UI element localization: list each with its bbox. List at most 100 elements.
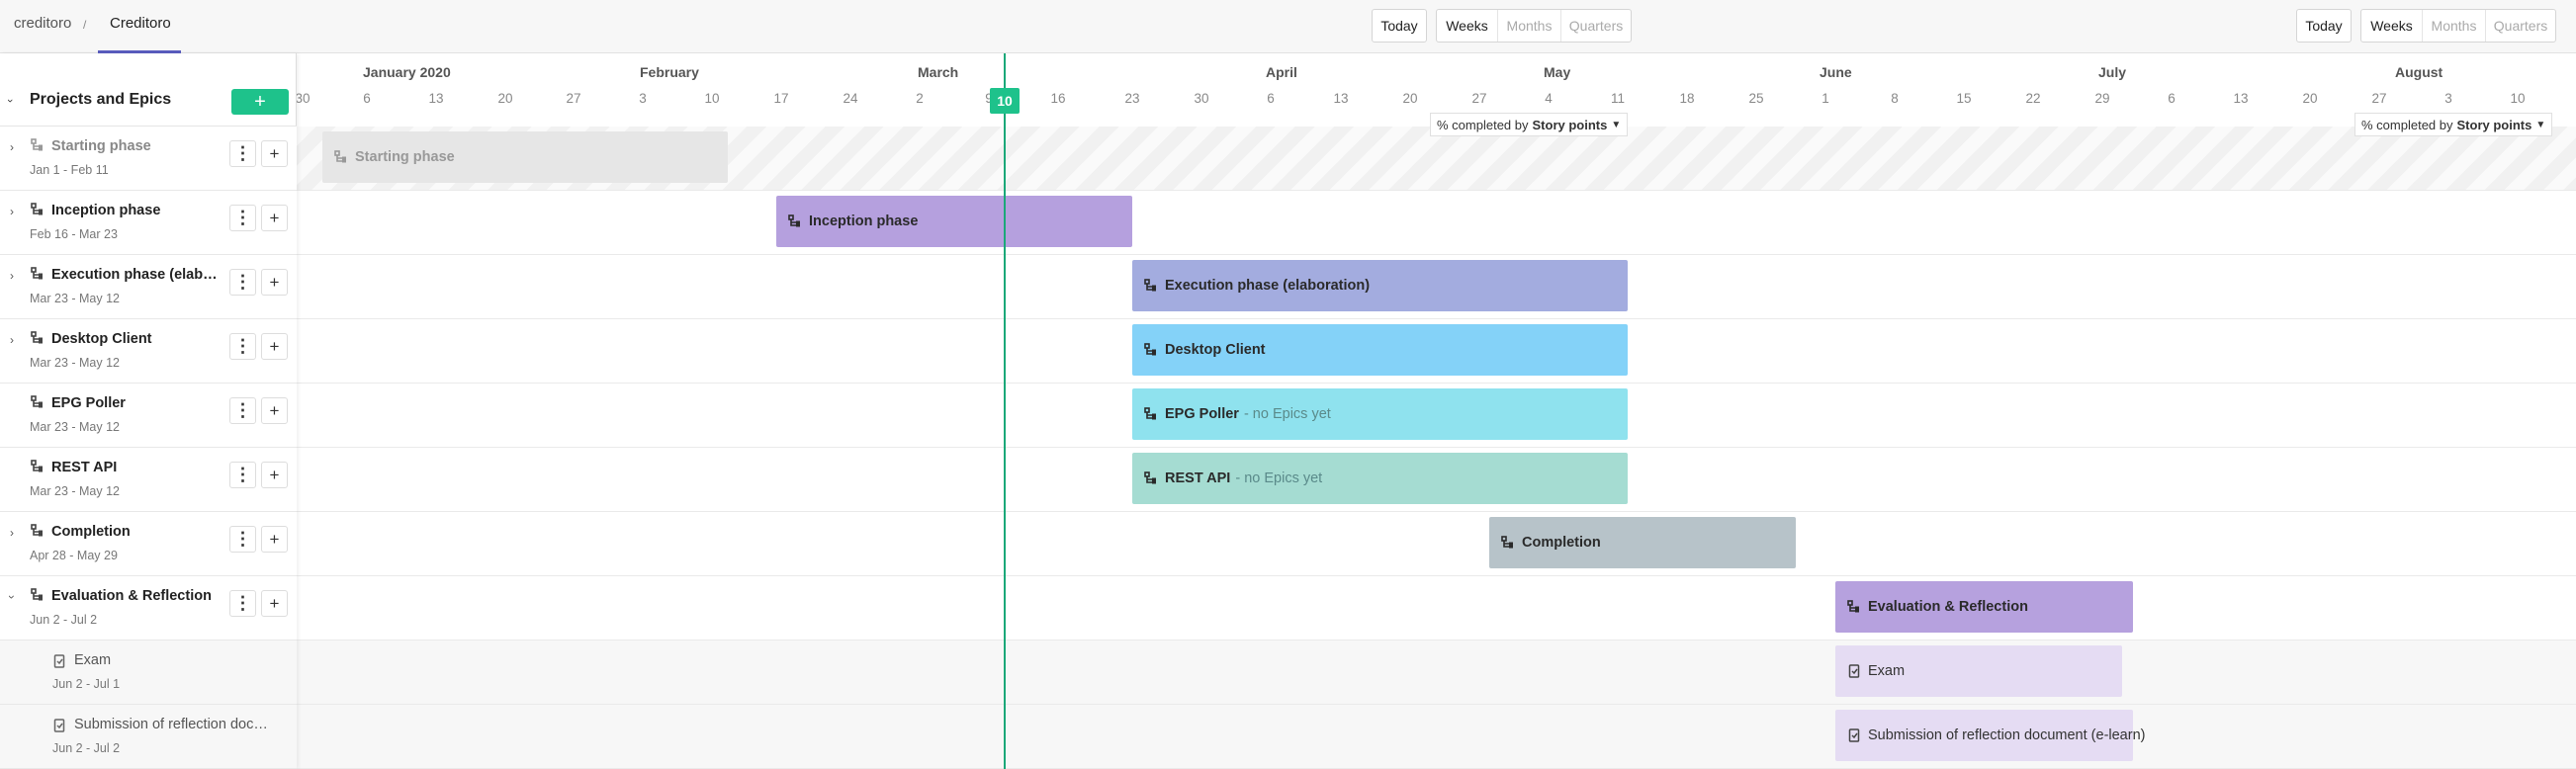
week-label: 10 bbox=[2510, 91, 2526, 106]
progress-metric-selector-right[interactable]: % completed by Story points ▼ bbox=[2354, 113, 2553, 136]
chevron-right-icon[interactable]: › bbox=[10, 269, 14, 283]
project-bar[interactable]: Starting phase bbox=[322, 131, 728, 183]
project-name[interactable]: Inception phase bbox=[51, 203, 222, 218]
week-label: 17 bbox=[773, 91, 789, 106]
project-bar-label: Inception phase bbox=[809, 214, 919, 229]
breadcrumb-current[interactable]: Creditoro bbox=[110, 15, 171, 32]
add-epic-button[interactable]: + bbox=[261, 269, 288, 296]
project-bar-label: Execution phase (elaboration) bbox=[1165, 278, 1371, 294]
month-label: August bbox=[2395, 64, 2443, 80]
more-options-button[interactable]: ⋮ bbox=[229, 526, 256, 553]
project-icon bbox=[31, 138, 43, 151]
epic-bar[interactable]: Exam bbox=[1835, 645, 2122, 697]
add-epic-button[interactable]: + bbox=[261, 205, 288, 231]
week-label: 15 bbox=[1956, 91, 1972, 106]
project-bar[interactable]: Evaluation & Reflection bbox=[1835, 581, 2133, 633]
more-options-button[interactable]: ⋮ bbox=[229, 590, 256, 617]
more-options-button[interactable]: ⋮ bbox=[229, 140, 256, 167]
project-bar[interactable]: Completion bbox=[1489, 517, 1796, 568]
sidebar-project-row[interactable]: › Evaluation & Reflection Jun 2 - Jul 2 ⋮ + bbox=[0, 576, 297, 641]
more-options-button[interactable]: ⋮ bbox=[229, 462, 256, 488]
week-label: 13 bbox=[1333, 91, 1349, 106]
project-name[interactable]: Evaluation & Reflection bbox=[51, 588, 222, 604]
project-name[interactable]: REST API bbox=[51, 460, 222, 475]
more-options-button[interactable]: ⋮ bbox=[229, 269, 256, 296]
project-bar[interactable]: Inception phase bbox=[776, 196, 1132, 247]
weeks-button[interactable]: Weeks bbox=[1437, 10, 1498, 42]
sidebar-project-row[interactable]: › Desktop Client Mar 23 - May 12 ⋮ + bbox=[0, 319, 297, 384]
sidebar-project-row[interactable]: EPG Poller Mar 23 - May 12 ⋮ + bbox=[0, 384, 297, 448]
sidebar-project-row[interactable]: REST API Mar 23 - May 12 ⋮ + bbox=[0, 448, 297, 512]
week-label: 27 bbox=[1471, 91, 1487, 106]
more-options-button[interactable]: ⋮ bbox=[229, 397, 256, 424]
add-epic-button[interactable]: + bbox=[261, 590, 288, 617]
project-icon bbox=[788, 214, 800, 227]
chevron-right-icon[interactable]: › bbox=[10, 526, 14, 540]
add-epic-button[interactable]: + bbox=[261, 526, 288, 553]
zoom-switcher: Weeks Months Quarters bbox=[1436, 9, 1632, 43]
week-label: 4 bbox=[1545, 91, 1553, 106]
project-dates: Apr 28 - May 29 bbox=[30, 549, 118, 562]
sidebar-project-row[interactable]: › Completion Apr 28 - May 29 ⋮ + bbox=[0, 512, 297, 576]
sidebar-epic-row[interactable]: Submission of reflection document (e-lea… bbox=[0, 705, 297, 769]
week-label: 6 bbox=[2168, 91, 2176, 106]
week-label: 18 bbox=[1679, 91, 1695, 106]
sidebar-project-row[interactable]: › Inception phase Feb 16 - Mar 23 ⋮ + bbox=[0, 191, 297, 255]
more-options-button[interactable]: ⋮ bbox=[229, 333, 256, 360]
months-button-right[interactable]: Months bbox=[2423, 10, 2486, 42]
project-bar[interactable]: REST API - no Epics yet bbox=[1132, 453, 1628, 504]
epic-name[interactable]: Submission of reflection document (e-lea… bbox=[74, 717, 272, 732]
week-label: 24 bbox=[843, 91, 858, 106]
collapse-all-icon[interactable]: › bbox=[4, 99, 16, 103]
chevron-right-icon[interactable]: › bbox=[10, 333, 14, 347]
project-bar[interactable]: Desktop Client bbox=[1132, 324, 1628, 376]
project-name[interactable]: Desktop Client bbox=[51, 331, 222, 347]
more-options-button[interactable]: ⋮ bbox=[229, 205, 256, 231]
project-name[interactable]: Execution phase (elaboration) bbox=[51, 267, 222, 283]
add-epic-button[interactable]: + bbox=[261, 140, 288, 167]
epic-name[interactable]: Exam bbox=[74, 652, 272, 668]
month-label: January 2020 bbox=[363, 64, 451, 80]
project-dates: Mar 23 - May 12 bbox=[30, 292, 121, 305]
project-name[interactable]: Completion bbox=[51, 524, 222, 540]
chevron-down-icon[interactable]: › bbox=[5, 595, 19, 599]
epic-bar[interactable]: Submission of reflection document (e-lea… bbox=[1835, 710, 2145, 761]
epic-icon bbox=[53, 719, 65, 732]
sidebar-project-row[interactable]: › Execution phase (elaboration) Mar 23 - M… bbox=[0, 255, 297, 319]
week-label: 27 bbox=[566, 91, 581, 106]
sidebar-epic-row[interactable]: Exam Jun 2 - Jul 1 bbox=[0, 641, 297, 705]
quarters-button-right[interactable]: Quarters bbox=[2486, 10, 2555, 42]
progress-metric-selector[interactable]: % completed by Story points ▼ bbox=[1430, 113, 1629, 136]
today-button[interactable]: Today bbox=[1372, 9, 1427, 43]
week-label: 11 bbox=[1610, 91, 1626, 106]
today-marker: 10 bbox=[990, 88, 1020, 114]
today-button-right[interactable]: Today bbox=[2296, 9, 2352, 43]
weeks-button-right[interactable]: Weeks bbox=[2361, 10, 2423, 42]
week-label: 29 bbox=[2094, 91, 2110, 106]
add-epic-button[interactable]: + bbox=[261, 397, 288, 424]
top-bar: creditoro / Creditoro Today Weeks Months… bbox=[0, 0, 2576, 53]
breadcrumb-root[interactable]: creditoro bbox=[14, 15, 71, 32]
add-project-button[interactable]: + bbox=[231, 89, 289, 115]
project-bar[interactable]: EPG Poller - no Epics yet bbox=[1132, 388, 1628, 440]
add-epic-button[interactable]: + bbox=[261, 333, 288, 360]
month-label: March bbox=[918, 64, 959, 80]
week-label: 3 bbox=[639, 91, 647, 106]
chevron-right-icon[interactable]: › bbox=[10, 140, 14, 154]
project-dates: Mar 23 - May 12 bbox=[30, 420, 121, 434]
sidebar-project-row[interactable]: › Starting phase Jan 1 - Feb 11 ⋮ + bbox=[0, 127, 297, 191]
project-icon bbox=[1501, 536, 1513, 549]
add-epic-button[interactable]: + bbox=[261, 462, 288, 488]
months-button[interactable]: Months bbox=[1498, 10, 1561, 42]
progress-metric: Story points bbox=[2456, 117, 2532, 132]
week-label: 23 bbox=[1124, 91, 1140, 106]
project-name[interactable]: EPG Poller bbox=[51, 395, 222, 411]
project-icon bbox=[1144, 407, 1156, 420]
week-label: 2 bbox=[916, 91, 924, 106]
project-name[interactable]: Starting phase bbox=[51, 138, 222, 154]
project-bar[interactable]: Execution phase (elaboration) bbox=[1132, 260, 1628, 311]
project-dates: Mar 23 - May 12 bbox=[30, 484, 121, 498]
month-label: July bbox=[2098, 64, 2127, 80]
chevron-right-icon[interactable]: › bbox=[10, 205, 14, 218]
quarters-button[interactable]: Quarters bbox=[1561, 10, 1631, 42]
